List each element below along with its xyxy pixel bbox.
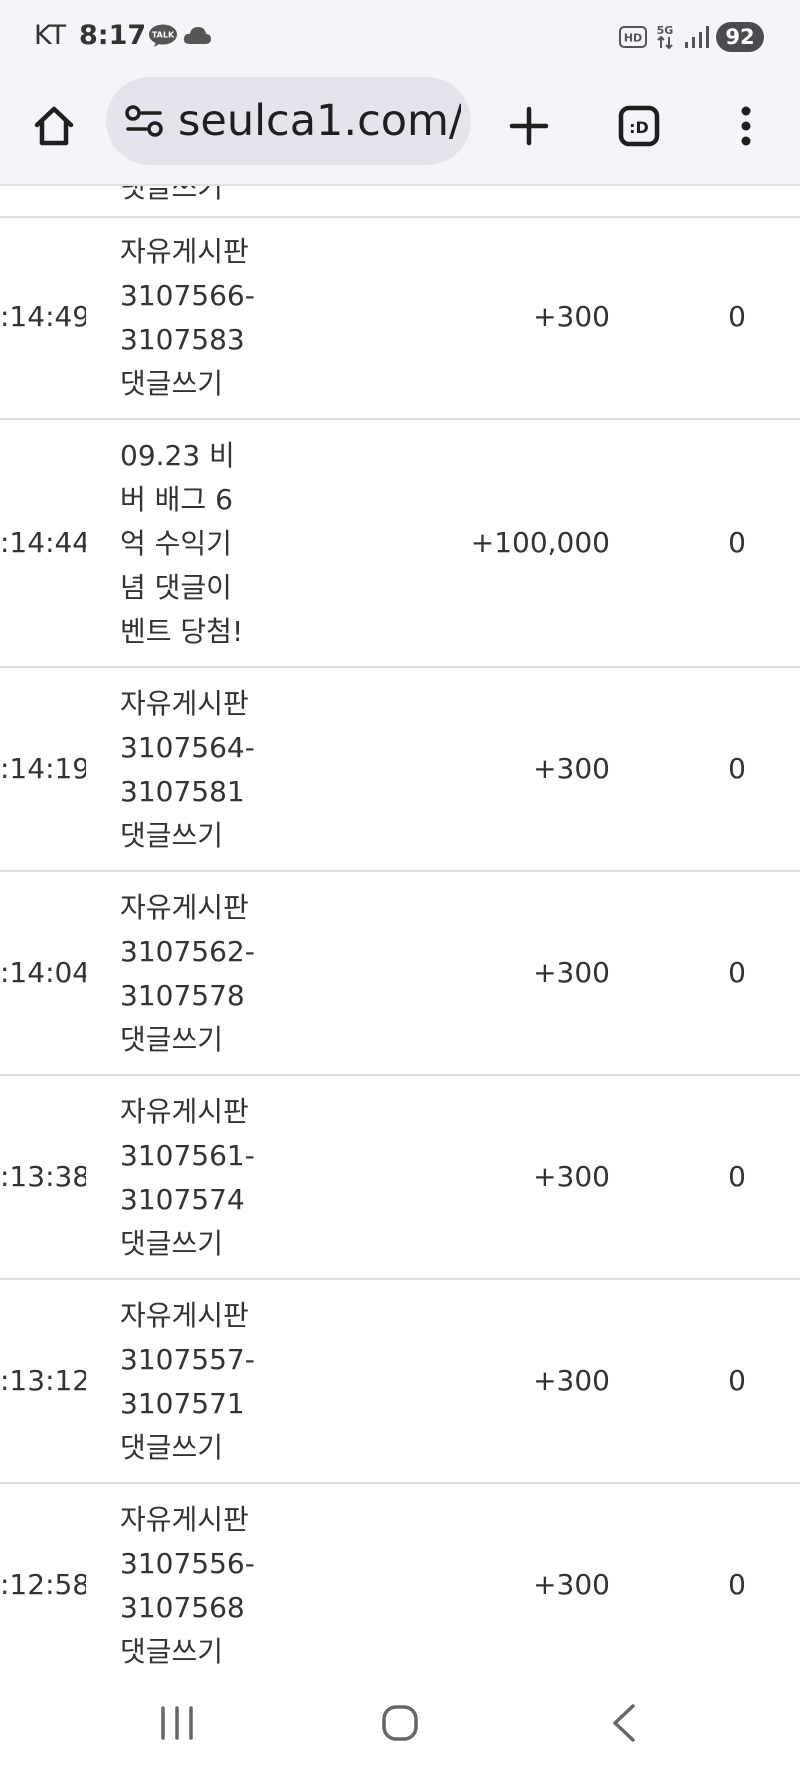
row-description: 자유게시판 3107556- 3107568 댓글쓰기: [120, 1498, 268, 1668]
row-time: :13:38: [0, 1160, 86, 1193]
row-description-line: 자유게시판: [120, 891, 249, 924]
row-description: 09.23 비버 배그 6 억 수익기념 댓글이벤트 당첨!: [120, 434, 268, 654]
cloud-icon: [183, 27, 211, 44]
row-description-line: 3107578: [120, 979, 245, 1012]
row-amount: +300: [533, 300, 610, 333]
table-row: :14:04 자유게시판 3107562- 3107578 댓글쓰기 +300 0: [0, 872, 800, 1076]
row-description-line: 버 배그 6: [120, 483, 233, 516]
row-description-line: 자유게시판: [120, 1503, 249, 1536]
table-row: :14:44 09.23 비버 배그 6 억 수익기념 댓글이벤트 당첨! +100,…: [0, 420, 800, 668]
row-description-line: 자유게시판: [120, 1095, 249, 1128]
table-row: :13:38 자유게시판 3107561- 3107574 댓글쓰기 +300 0: [0, 1076, 800, 1280]
address-bar[interactable]: seulca1.com/b: [106, 77, 471, 165]
row-description-line: 3107566-: [120, 279, 255, 312]
row-description: 자유게시판 3107561- 3107574 댓글쓰기: [120, 1090, 268, 1266]
home-icon: [34, 106, 74, 146]
more-vert-icon: [741, 106, 751, 146]
row-balance: 0: [728, 752, 746, 785]
row-description-line: 3107581: [120, 775, 245, 808]
row-description-line: 자유게시판: [120, 1299, 249, 1332]
table-row: :14:49 자유게시판 3107566- 3107583 댓글쓰기 +300 0: [0, 216, 800, 420]
row-description-line: 자유게시판: [120, 235, 249, 268]
row-description-line: 댓글쓰기: [120, 367, 224, 400]
browser-toolbar: seulca1.com/b :D: [0, 72, 800, 186]
clock: 8:17: [79, 20, 147, 51]
row-description-line: 댓글쓰기: [120, 1431, 224, 1464]
row-description-line: 념 댓글이: [120, 571, 232, 604]
back-icon: [613, 1704, 635, 1742]
row-description-line: 억 수익기: [120, 527, 232, 560]
row-time: :14:04: [0, 956, 86, 989]
row-description-line: 벤트 당첨!: [120, 615, 244, 648]
home-button[interactable]: [22, 94, 86, 158]
plus-icon: [509, 106, 549, 146]
kakaotalk-icon: TALK: [149, 24, 177, 47]
row-time: :14:44: [0, 526, 86, 559]
row-description-line: 3107562-: [120, 935, 255, 968]
row-amount: +100,000: [470, 526, 610, 559]
hd-voice-icon: HD: [619, 26, 647, 48]
tab-switcher-button[interactable]: :D: [607, 94, 671, 158]
svg-text::D: :D: [629, 118, 649, 137]
status-bar: KT 8:17 TALK HD 5G 92: [0, 0, 800, 72]
new-tab-button[interactable]: [497, 94, 561, 158]
network-5g-icon: 5G: [657, 24, 674, 50]
row-balance: 0: [728, 956, 746, 989]
row-amount: +300: [533, 1568, 610, 1601]
row-balance: 0: [728, 1160, 746, 1193]
row-description-line: 댓글쓰기: [120, 1227, 224, 1260]
row-amount: +300: [533, 1364, 610, 1397]
row-balance: 0: [728, 1364, 746, 1397]
row-amount: +300: [533, 1160, 610, 1193]
svg-text:5G: 5G: [657, 24, 674, 37]
table-row: :12:58 자유게시판 3107556- 3107568 댓글쓰기 +300 0: [0, 1484, 800, 1668]
row-description: 댓글쓰기: [120, 186, 224, 204]
signal-icon: [685, 26, 709, 48]
table-row: :14:19 자유게시판 3107564- 3107581 댓글쓰기 +300 0: [0, 668, 800, 872]
row-description: 자유게시판 3107564- 3107581 댓글쓰기: [120, 682, 268, 858]
table-row-partial: 댓글쓰기: [0, 186, 800, 218]
row-time: :12:58: [0, 1568, 86, 1601]
row-description: 자유게시판 3107557- 3107571 댓글쓰기: [120, 1294, 268, 1470]
row-time: :14:49: [0, 300, 86, 333]
row-description-line: 3107561-: [120, 1139, 255, 1172]
table-row: :13:12 자유게시판 3107557- 3107571 댓글쓰기 +300 0: [0, 1280, 800, 1484]
svg-text:TALK: TALK: [152, 31, 175, 40]
site-settings-icon[interactable]: [124, 104, 164, 138]
row-description-line: 3107583: [120, 323, 245, 356]
row-amount: +300: [533, 956, 610, 989]
url-text[interactable]: seulca1.com/b: [178, 95, 461, 147]
battery-indicator: 92: [716, 22, 764, 52]
recents-button[interactable]: [137, 1688, 217, 1758]
row-description-line: 3107564-: [120, 731, 255, 764]
row-balance: 0: [728, 1568, 746, 1601]
row-description-line: 3107557-: [120, 1343, 255, 1376]
point-history-table: 댓글쓰기 :14:49 자유게시판 3107566- 3107583 댓글쓰기 +300 0…: [0, 186, 800, 1668]
recents-icon: [161, 1706, 193, 1740]
system-navigation-bar: [0, 1668, 800, 1778]
row-amount: +300: [533, 752, 610, 785]
row-description-line: 3107556-: [120, 1547, 255, 1580]
row-description-line: 댓글쓰기: [120, 1023, 224, 1056]
back-button[interactable]: [584, 1688, 664, 1758]
row-description-line: 09.23 비: [120, 439, 235, 472]
system-home-button[interactable]: [360, 1688, 440, 1758]
svg-text:HD: HD: [624, 32, 642, 45]
row-time: :13:12: [0, 1364, 86, 1397]
carrier-label: KT: [34, 20, 67, 51]
row-description-line: 댓글쓰기: [120, 819, 224, 852]
tab-switcher-icon: :D: [618, 105, 660, 147]
row-time: :14:19: [0, 752, 86, 785]
row-balance: 0: [728, 526, 746, 559]
row-description: 자유게시판 3107562- 3107578 댓글쓰기: [120, 886, 268, 1062]
row-description-line: 댓글쓰기: [120, 1635, 224, 1668]
row-balance: 0: [728, 300, 746, 333]
nav-home-icon: [382, 1705, 418, 1741]
row-description-line: 자유게시판: [120, 687, 249, 720]
row-description: 자유게시판 3107566- 3107583 댓글쓰기: [120, 230, 268, 406]
row-description-line: 3107571: [120, 1387, 245, 1420]
row-description-line: 3107568: [120, 1591, 245, 1624]
row-description-line: 3107574: [120, 1183, 245, 1216]
more-menu-button[interactable]: [714, 94, 778, 158]
